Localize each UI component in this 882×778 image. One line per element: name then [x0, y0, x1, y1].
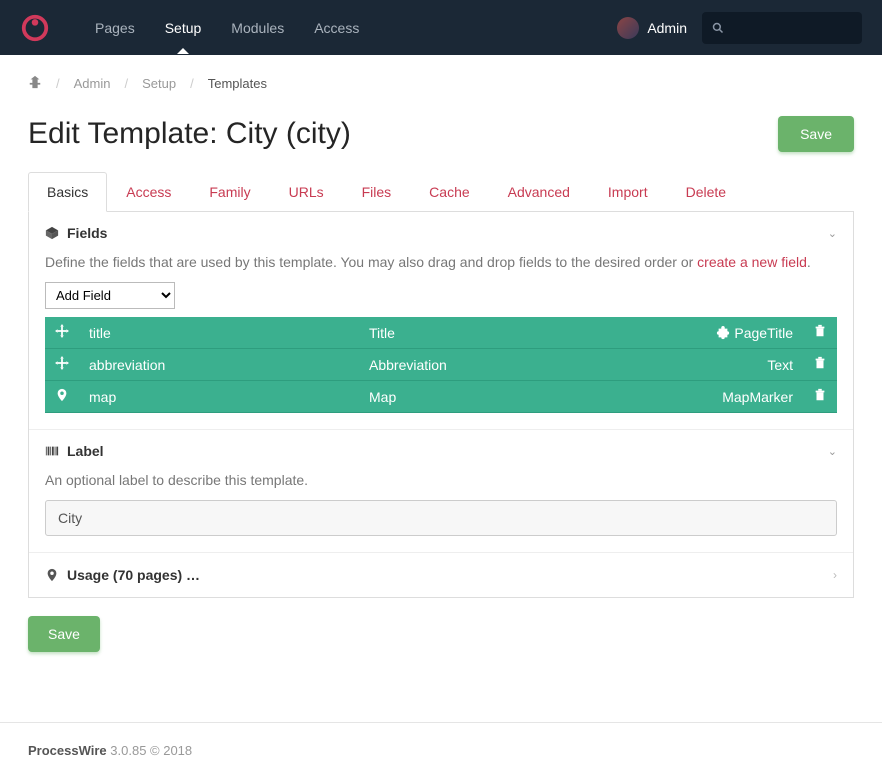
fields-description: Define the fields that are used by this … — [45, 254, 837, 270]
panel-basics: Fields ⌄ Define the fields that are used… — [28, 212, 854, 598]
tree-icon[interactable] — [28, 75, 42, 92]
save-button-bottom[interactable]: Save — [28, 616, 100, 652]
nav-modules[interactable]: Modules — [216, 2, 299, 54]
tabs: Basics Access Family URLs Files Cache Ad… — [28, 172, 854, 212]
crumb-setup[interactable]: Setup — [142, 76, 176, 91]
fields-table: title Title PageTitle abbreviation Abbre… — [45, 317, 837, 413]
nav-access[interactable]: Access — [299, 2, 374, 54]
usage-title: Usage (70 pages) … — [67, 567, 200, 583]
search-input[interactable] — [732, 20, 852, 35]
field-label: Abbreviation — [359, 349, 683, 381]
marker-icon[interactable] — [55, 388, 69, 402]
save-button-top[interactable]: Save — [778, 116, 854, 152]
site-footer: ProcessWire 3.0.85 © 2018 — [0, 722, 882, 778]
create-field-link[interactable]: create a new field — [697, 254, 807, 270]
chevron-down-icon: ⌄ — [828, 445, 837, 458]
tab-basics[interactable]: Basics — [28, 172, 107, 212]
trash-icon[interactable] — [813, 356, 827, 370]
crumb-templates[interactable]: Templates — [208, 76, 267, 91]
puzzle-icon — [716, 326, 730, 340]
field-label: Title — [359, 317, 683, 349]
topbar: Pages Setup Modules Access Admin — [0, 0, 882, 55]
move-icon[interactable] — [55, 324, 69, 338]
field-label: Map — [359, 381, 683, 413]
search-icon — [712, 21, 724, 35]
breadcrumb: / Admin / Setup / Templates — [28, 75, 854, 92]
field-name: title — [79, 317, 359, 349]
tab-import[interactable]: Import — [589, 172, 667, 212]
nav-pages[interactable]: Pages — [80, 2, 150, 54]
tab-delete[interactable]: Delete — [667, 172, 745, 212]
footer-product: ProcessWire — [28, 743, 107, 758]
nav-setup[interactable]: Setup — [150, 2, 217, 54]
crumb-admin[interactable]: Admin — [74, 76, 111, 91]
move-icon[interactable] — [55, 356, 69, 370]
tab-advanced[interactable]: Advanced — [489, 172, 589, 212]
fields-header[interactable]: Fields ⌄ — [29, 212, 853, 254]
label-header[interactable]: Label ⌄ — [29, 430, 853, 472]
trash-icon[interactable] — [813, 324, 827, 338]
field-row[interactable]: title Title PageTitle — [45, 317, 837, 349]
add-field-select[interactable]: Add Field — [45, 282, 175, 309]
label-title: Label — [67, 443, 104, 459]
chevron-down-icon: ⌄ — [828, 227, 837, 240]
tab-urls[interactable]: URLs — [270, 172, 343, 212]
footer-version: 3.0.85 © 2018 — [110, 743, 192, 758]
avatar — [617, 17, 639, 39]
chevron-right-icon: › — [833, 568, 837, 582]
tab-family[interactable]: Family — [190, 172, 269, 212]
section-label: Label ⌄ An optional label to describe th… — [29, 430, 853, 553]
logo[interactable] — [20, 13, 50, 43]
fields-title: Fields — [67, 225, 107, 241]
barcode-icon — [45, 444, 59, 458]
search-box[interactable] — [702, 12, 862, 44]
label-input[interactable] — [45, 500, 837, 536]
field-row[interactable]: abbreviation Abbreviation Text — [45, 349, 837, 381]
field-name: map — [79, 381, 359, 413]
user-menu[interactable]: Admin — [617, 17, 687, 39]
marker-icon — [45, 568, 59, 582]
main-nav: Pages Setup Modules Access — [80, 2, 374, 54]
tab-access[interactable]: Access — [107, 172, 190, 212]
label-description: An optional label to describe this templ… — [45, 472, 837, 488]
content: / Admin / Setup / Templates Edit Templat… — [0, 55, 882, 672]
page-title: Edit Template: City (city) — [28, 117, 351, 151]
tab-files[interactable]: Files — [343, 172, 411, 212]
cube-icon — [45, 226, 59, 240]
user-name: Admin — [647, 20, 687, 36]
field-name: abbreviation — [79, 349, 359, 381]
section-usage[interactable]: Usage (70 pages) … › — [29, 553, 853, 597]
tab-cache[interactable]: Cache — [410, 172, 488, 212]
field-row[interactable]: map Map MapMarker — [45, 381, 837, 413]
trash-icon[interactable] — [813, 388, 827, 402]
section-fields: Fields ⌄ Define the fields that are used… — [29, 212, 853, 430]
